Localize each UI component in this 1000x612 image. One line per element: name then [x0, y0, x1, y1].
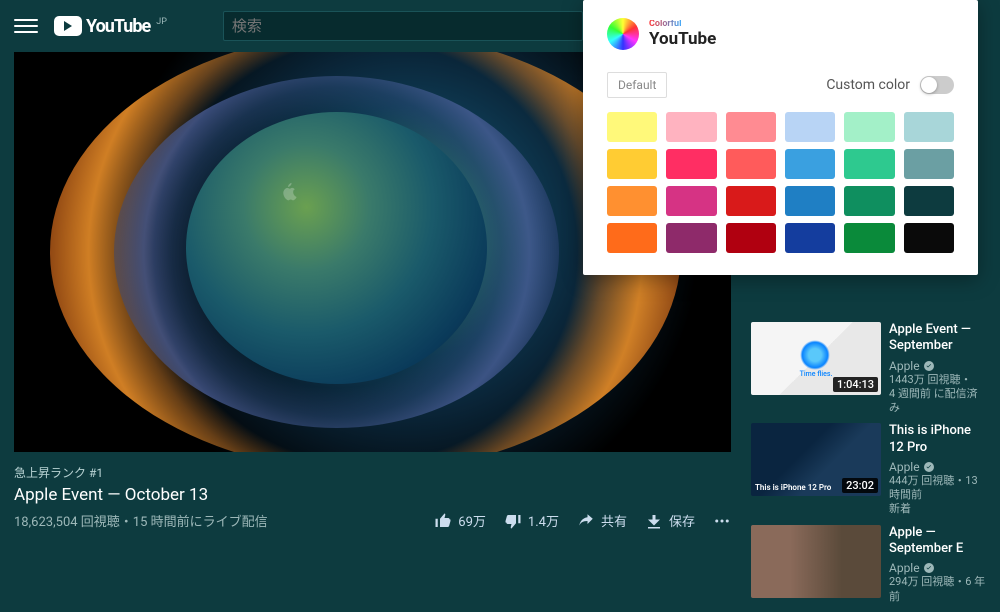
related-channel: Apple [889, 359, 986, 373]
related-video[interactable]: Time flies. 1:04:13 Apple Event — Septem… [751, 322, 986, 415]
color-swatch[interactable] [904, 112, 954, 142]
brand-label: YouTube [649, 30, 716, 49]
color-swatch[interactable] [726, 223, 776, 253]
video-art [186, 112, 487, 384]
dislike-button[interactable]: 1.4万 [504, 511, 559, 530]
color-swatch[interactable] [844, 112, 894, 142]
color-swatch[interactable] [666, 112, 716, 142]
hamburger-menu[interactable] [14, 14, 38, 38]
custom-color-toggle[interactable] [920, 76, 954, 94]
colorful-logo-icon [607, 18, 639, 50]
related-title: Apple — September E [889, 525, 986, 558]
verified-icon [923, 562, 935, 574]
swatch-grid [607, 112, 954, 253]
save-label: 保存 [669, 511, 695, 530]
color-swatch[interactable] [904, 149, 954, 179]
video-stats: 18,623,504 回視聴・15 時間前にライブ配信 [14, 511, 268, 530]
color-swatch[interactable] [904, 223, 954, 253]
more-button[interactable] [713, 512, 731, 530]
color-swatch[interactable] [666, 223, 716, 253]
color-swatch[interactable] [607, 149, 657, 179]
color-swatch[interactable] [726, 186, 776, 216]
color-swatch[interactable] [785, 112, 835, 142]
color-swatch[interactable] [785, 223, 835, 253]
share-button[interactable]: 共有 [577, 511, 627, 530]
search-input[interactable] [232, 17, 574, 35]
thumbs-up-icon [434, 512, 452, 530]
save-button[interactable]: 保存 [645, 511, 695, 530]
related-channel: Apple [889, 460, 986, 474]
thumbnail: Time flies. 1:04:13 [751, 322, 881, 395]
color-swatch[interactable] [607, 223, 657, 253]
related-time: 新着 [889, 502, 986, 516]
color-swatch[interactable] [844, 186, 894, 216]
related-views: 444万 回視聴・13 時間前 [889, 474, 986, 503]
related-video[interactable]: Apple — September E Apple 294万 回視聴・6 年前 [751, 525, 986, 604]
related-video[interactable]: This is iPhone 12 Pro 23:02 This is iPho… [751, 423, 986, 516]
region-label: JP [156, 17, 167, 27]
more-icon [713, 512, 731, 530]
color-picker-popup: Colorful YouTube Default Custom color [583, 0, 978, 275]
color-swatch[interactable] [785, 186, 835, 216]
search-box[interactable] [223, 11, 583, 41]
like-count: 69万 [458, 511, 486, 530]
color-swatch[interactable] [607, 112, 657, 142]
color-swatch[interactable] [844, 223, 894, 253]
trending-label: 急上昇ランク #1 [14, 464, 731, 481]
color-swatch[interactable] [607, 186, 657, 216]
logo-text: YouTube [86, 16, 150, 37]
apple-icon [279, 180, 299, 204]
video-title: Apple Event — October 13 [14, 485, 731, 505]
thumbnail [751, 525, 881, 598]
dislike-count: 1.4万 [528, 511, 559, 530]
youtube-logo[interactable]: YouTube JP [54, 16, 167, 37]
related-title: This is iPhone 12 Pro [889, 423, 986, 456]
color-swatch[interactable] [726, 112, 776, 142]
related-views: 1443万 回視聴・ [889, 373, 986, 387]
color-swatch[interactable] [844, 149, 894, 179]
color-swatch[interactable] [666, 149, 716, 179]
thumbnail: This is iPhone 12 Pro 23:02 [751, 423, 881, 496]
duration-badge: 1:04:13 [833, 377, 878, 392]
play-icon [54, 16, 82, 36]
default-button[interactable]: Default [607, 72, 667, 98]
verified-icon [923, 461, 935, 473]
share-icon [577, 512, 595, 530]
share-label: 共有 [601, 511, 627, 530]
related-title: Apple Event — September [889, 322, 986, 355]
related-time: 4 週間前 に配信済み [889, 387, 986, 416]
related-views: 294万 回視聴・6 年前 [889, 575, 986, 604]
color-swatch[interactable] [904, 186, 954, 216]
like-button[interactable]: 69万 [434, 511, 486, 530]
thumbs-down-icon [504, 512, 522, 530]
color-swatch[interactable] [726, 149, 776, 179]
color-swatch[interactable] [666, 186, 716, 216]
verified-icon [923, 360, 935, 372]
save-icon [645, 512, 663, 530]
custom-color-label: Custom color [826, 77, 910, 93]
color-swatch[interactable] [785, 149, 835, 179]
related-channel: Apple [889, 561, 986, 575]
duration-badge: 23:02 [842, 478, 878, 493]
